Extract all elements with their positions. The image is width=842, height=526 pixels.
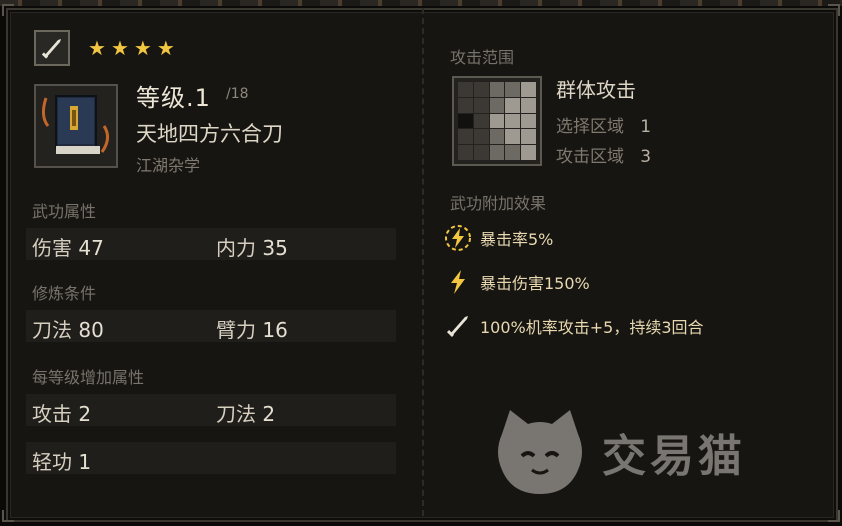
requirements-row: 刀法 80 臂力 16	[26, 310, 396, 342]
effects-label: 武功附加效果	[450, 194, 547, 213]
attribute-internal-power: 内力 35	[216, 236, 288, 260]
lightning-icon	[444, 268, 472, 296]
effect-item: 100%机率攻击+5，持续3回合	[444, 312, 704, 340]
attack-range-label: 攻击范围	[450, 48, 515, 67]
select-area-row: 选择区域 1	[556, 117, 652, 137]
skill-category: 江湖杂学	[136, 156, 201, 175]
corner-ornament	[2, 4, 14, 16]
star-icon: ★	[133, 36, 152, 60]
skill-level-max: /18	[226, 86, 249, 102]
attribute-damage: 伤害 47	[32, 236, 104, 260]
per-level-row: 轻功 1	[26, 442, 396, 474]
requirement-blade: 刀法 80	[32, 318, 104, 342]
star-rating: ★ ★ ★ ★	[88, 38, 175, 58]
skill-name: 天地四方六合刀	[136, 122, 283, 146]
attack-area-row: 攻击区域 3	[556, 147, 652, 167]
per-level-label: 每等级增加属性	[32, 368, 145, 387]
watermark-text: 交易猫	[602, 431, 746, 482]
attack-range-grid	[452, 76, 542, 166]
lightning-circle-icon	[444, 224, 472, 252]
star-icon: ★	[156, 36, 175, 60]
star-icon: ★	[88, 36, 106, 60]
requirement-arm-strength: 臂力 16	[216, 318, 288, 342]
attack-range-type: 群体攻击	[556, 78, 636, 102]
corner-ornament	[828, 4, 840, 16]
corner-ornament	[2, 510, 14, 522]
per-level-agility: 轻功 1	[32, 450, 92, 474]
watermark: 交易猫	[492, 404, 802, 500]
book-icon	[34, 84, 118, 168]
skill-level: 等级.1	[136, 84, 211, 112]
per-level-blade: 刀法 2	[216, 402, 276, 426]
corner-ornament	[828, 510, 840, 522]
attributes-label: 武功属性	[32, 202, 97, 221]
panel-divider	[422, 8, 424, 516]
requirements-label: 修炼条件	[32, 284, 97, 303]
top-border-strip	[0, 0, 842, 6]
effect-item: 暴击率5%	[444, 224, 553, 252]
star-icon: ★	[110, 36, 129, 60]
attributes-row: 伤害 47 内力 35	[26, 228, 396, 260]
sword-icon	[444, 312, 472, 340]
effect-item: 暴击伤害150%	[444, 268, 590, 296]
sword-icon	[34, 30, 70, 66]
per-level-row: 攻击 2 刀法 2	[26, 394, 396, 426]
cat-logo-icon	[498, 410, 582, 494]
per-level-attack: 攻击 2	[32, 402, 92, 426]
